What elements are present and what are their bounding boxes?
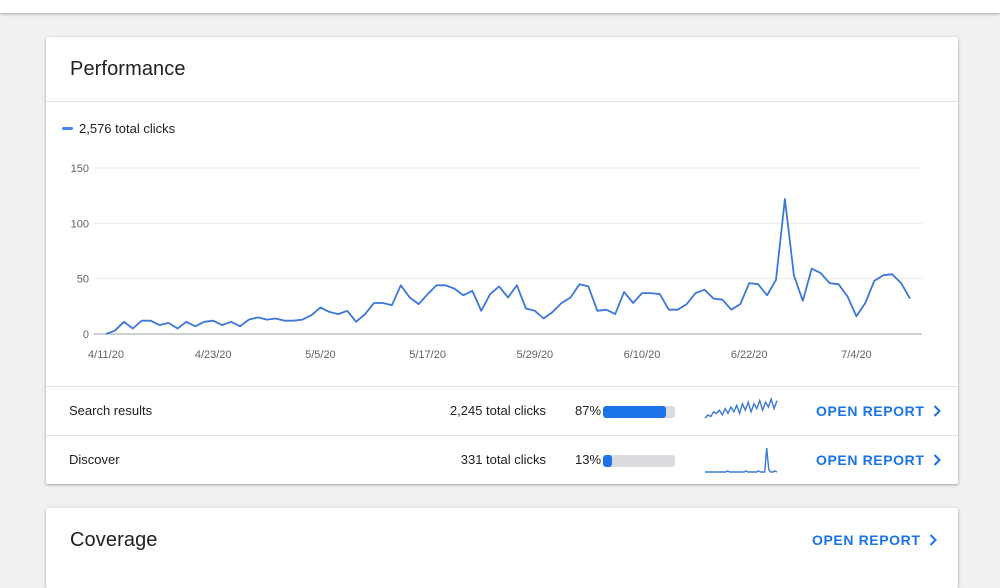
row-label: Search results (69, 403, 153, 418)
y-tick-label: 150 (71, 163, 89, 175)
open-report-button[interactable]: OPEN REPORT (816, 403, 941, 419)
chevron-right-icon (933, 454, 941, 466)
row-label: Discover (69, 452, 120, 467)
x-tick-label: 4/11/20 (88, 349, 124, 361)
row-percent: 87% (575, 403, 602, 418)
row-clicks: 331 total clicks (460, 452, 546, 467)
performance-card: Performance 2,576 total clicks 0 50 100 150… (46, 37, 958, 484)
x-tick-label: 4/23/20 (195, 349, 232, 361)
row-clicks: 2,245 total clicks (449, 403, 546, 418)
share-bar (603, 406, 675, 418)
x-tick-label: 5/5/20 (305, 349, 336, 361)
x-tick-label: 5/29/20 (516, 349, 553, 361)
sparkline-path (705, 447, 778, 473)
open-report-button[interactable]: OPEN REPORT (816, 452, 941, 468)
share-bar (603, 455, 675, 467)
performance-chart: 0 50 100 150 4/11/20 4/23/20 5/5/20 5/17/20 5/29… (71, 163, 922, 361)
open-report-label: OPEN REPORT (816, 403, 925, 419)
coverage-open-report-button[interactable]: OPEN REPORT (812, 532, 937, 548)
row-search-results: Search results 2,245 total clicks 87% OP… (46, 386, 958, 435)
sparkline-path (704, 397, 778, 419)
open-report-label: OPEN REPORT (816, 452, 925, 468)
top-app-bar (0, 0, 1000, 13)
coverage-card: Coverage OPEN REPORT (46, 508, 958, 588)
x-tick-label: 5/17/20 (409, 349, 446, 361)
sparkline (704, 397, 778, 419)
y-tick-label: 50 (77, 274, 89, 286)
y-tick-label: 100 (71, 218, 89, 230)
chevron-right-icon (929, 534, 937, 546)
row-discover: Discover 331 total clicks 13% OPEN REPOR… (46, 435, 958, 484)
coverage-title: Coverage (70, 529, 158, 551)
chevron-right-icon (933, 405, 941, 417)
open-report-label: OPEN REPORT (812, 532, 921, 548)
sparkline (705, 447, 778, 473)
share-bar-fill (603, 406, 666, 418)
x-tick-label: 6/22/20 (731, 349, 768, 361)
x-tick-label: 7/4/20 (841, 349, 872, 361)
clicks-series-line (105, 198, 911, 335)
row-percent: 13% (575, 452, 602, 467)
share-bar-fill (603, 455, 613, 467)
x-tick-label: 6/10/20 (624, 349, 661, 361)
y-tick-label: 0 (83, 329, 89, 341)
